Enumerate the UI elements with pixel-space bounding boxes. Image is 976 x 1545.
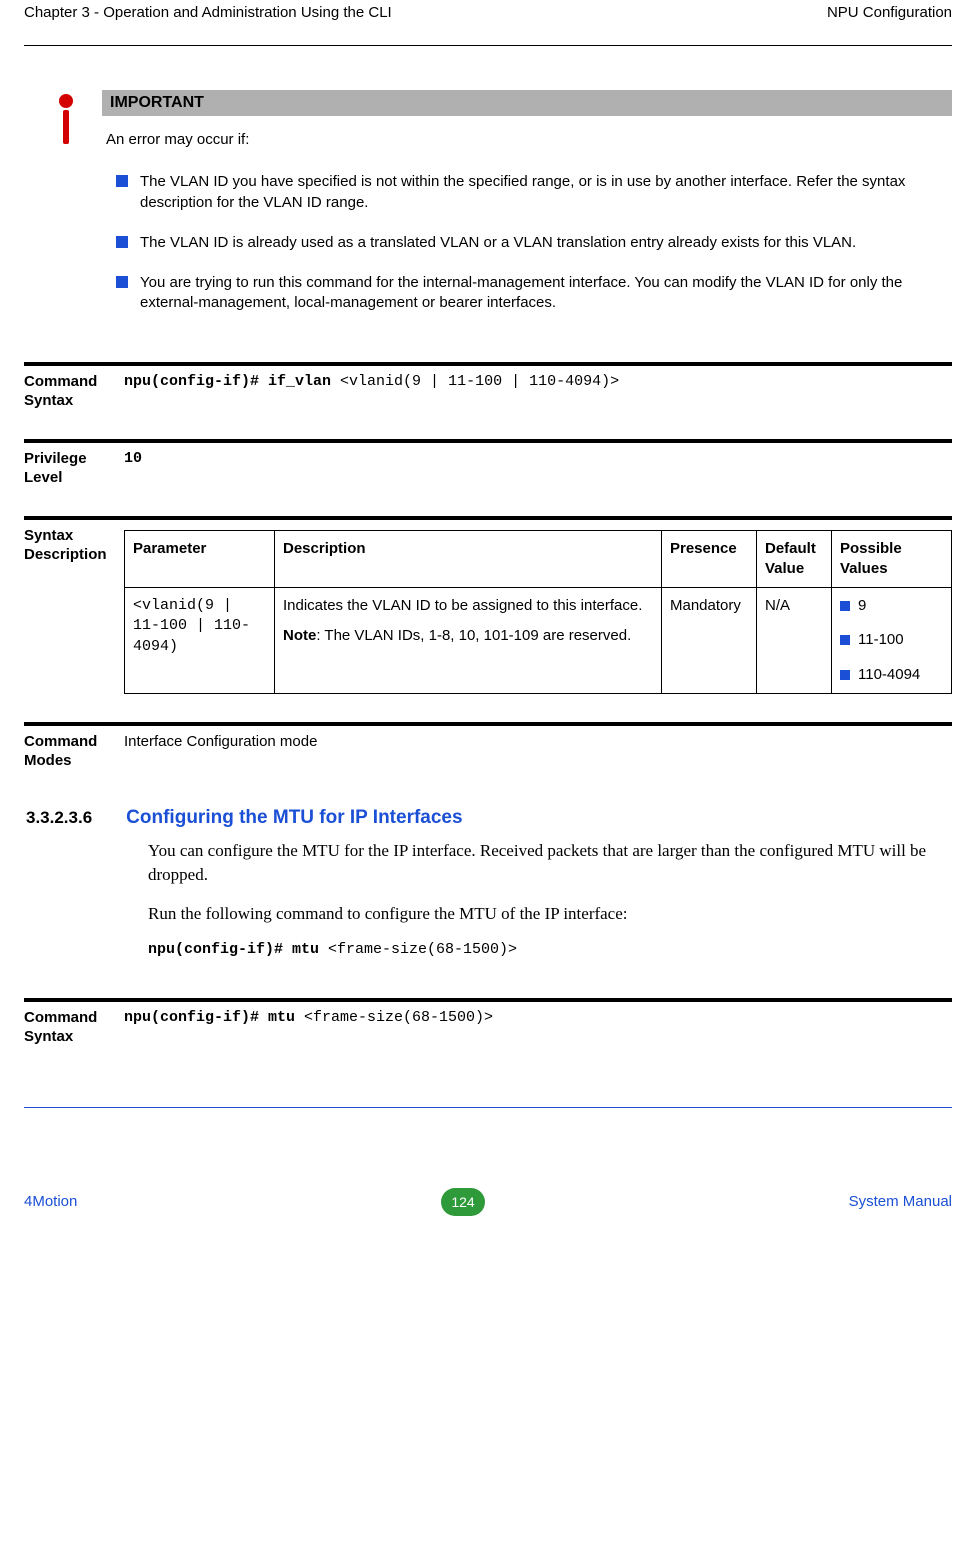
th-parameter: Parameter [125,530,275,588]
desc-note: Note: The VLAN IDs, 1-8, 10, 101-109 are… [283,626,653,646]
header-left: Chapter 3 - Operation and Administration… [24,4,392,21]
section-command: npu(config-if)# mtu <frame-size(68-1500)… [148,941,952,958]
table-row: <vlanid(9 | 11-100 | 110-4094) Indicates… [125,588,952,694]
pv-item: 11-100 [840,630,943,650]
cmd-rest: <frame-size(68-1500)> [328,941,517,958]
syntax-description-row: Syntax Description Parameter Description… [24,516,952,694]
important-bullet: The VLAN ID is already used as a transla… [102,233,952,253]
table-header-row: Parameter Description Presence Default V… [125,530,952,588]
square-bullet-icon [840,635,850,645]
cmd-rest: <frame-size(68-1500)> [304,1009,493,1026]
cell-description: Indicates the VLAN ID to be assigned to … [275,588,662,694]
pv-text: 110-4094 [858,665,920,685]
note-label: Note [283,627,316,644]
th-default: Default Value [757,530,832,588]
privilege-level-value: 10 [124,449,952,469]
command-syntax-value: npu(config-if)# mtu <frame-size(68-1500)… [124,1008,952,1028]
bullet-text: The VLAN ID is already used as a transla… [140,233,856,253]
privilege-level-label: Privilege Level [24,449,124,488]
cmd-bold: npu(config-if)# if_vlan [124,373,340,390]
bullet-text: The VLAN ID you have specified is not wi… [140,172,952,213]
privilege-level-row: Privilege Level 10 [24,439,952,488]
syntax-table: Parameter Description Presence Default V… [124,530,952,694]
command-syntax-label: Command Syntax [24,1008,124,1047]
pv-item: 110-4094 [840,665,943,685]
page-footer: 4Motion 124 System Manual [24,1188,952,1216]
cmd-bold: npu(config-if)# mtu [124,1009,304,1026]
header-divider [24,45,952,46]
square-bullet-icon [840,670,850,680]
header-right: NPU Configuration [827,4,952,21]
section-number: 3.3.2.3.6 [26,808,92,828]
footer-left: 4Motion [24,1193,77,1210]
cell-presence: Mandatory [662,588,757,694]
footer-right: System Manual [849,1193,952,1210]
section-paragraph: You can configure the MTU for the IP int… [148,839,952,888]
pv-text: 9 [858,596,866,616]
cell-possible: 9 11-100 110-4094 [832,588,952,694]
important-bullet: The VLAN ID you have specified is not wi… [102,172,952,213]
desc-text: Indicates the VLAN ID to be assigned to … [283,596,653,616]
command-modes-label: Command Modes [24,732,124,771]
bullet-text: You are trying to run this command for t… [140,273,952,314]
important-callout: IMPORTANT An error may occur if: The VLA… [50,90,952,334]
command-modes-row: Command Modes Interface Configuration mo… [24,722,952,771]
syntax-description-label: Syntax Description [24,526,124,565]
command-syntax-row-2: Command Syntax npu(config-if)# mtu <fram… [24,998,952,1047]
section-title: Configuring the MTU for IP Interfaces [126,807,462,829]
command-syntax-value: npu(config-if)# if_vlan <vlanid(9 | 11-1… [124,372,952,392]
pv-text: 11-100 [858,630,904,650]
command-modes-value: Interface Configuration mode [124,732,952,752]
square-bullet-icon [840,601,850,611]
section-heading-row: 3.3.2.3.6 Configuring the MTU for IP Int… [26,807,952,829]
important-title: IMPORTANT [102,90,952,116]
cell-default: N/A [757,588,832,694]
cmd-bold: npu(config-if)# mtu [148,941,328,958]
important-bullet: You are trying to run this command for t… [102,273,952,314]
square-bullet-icon [116,236,128,248]
pv-item: 9 [840,596,943,616]
command-syntax-row: Command Syntax npu(config-if)# if_vlan <… [24,362,952,411]
th-presence: Presence [662,530,757,588]
command-syntax-label: Command Syntax [24,372,124,411]
th-possible: Possible Values [832,530,952,588]
note-rest: : The VLAN IDs, 1-8, 10, 101-109 are res… [316,627,631,644]
cmd-rest: <vlanid(9 | 11-100 | 110-4094)> [340,373,619,390]
th-description: Description [275,530,662,588]
square-bullet-icon [116,276,128,288]
footer-divider [24,1107,952,1108]
square-bullet-icon [116,175,128,187]
page-number-pill: 124 [441,1188,485,1216]
section-paragraph: Run the following command to configure t… [148,902,952,927]
important-icon [50,90,82,150]
cell-parameter: <vlanid(9 | 11-100 | 110-4094) [125,588,275,694]
important-intro: An error may occur if: [102,116,952,154]
